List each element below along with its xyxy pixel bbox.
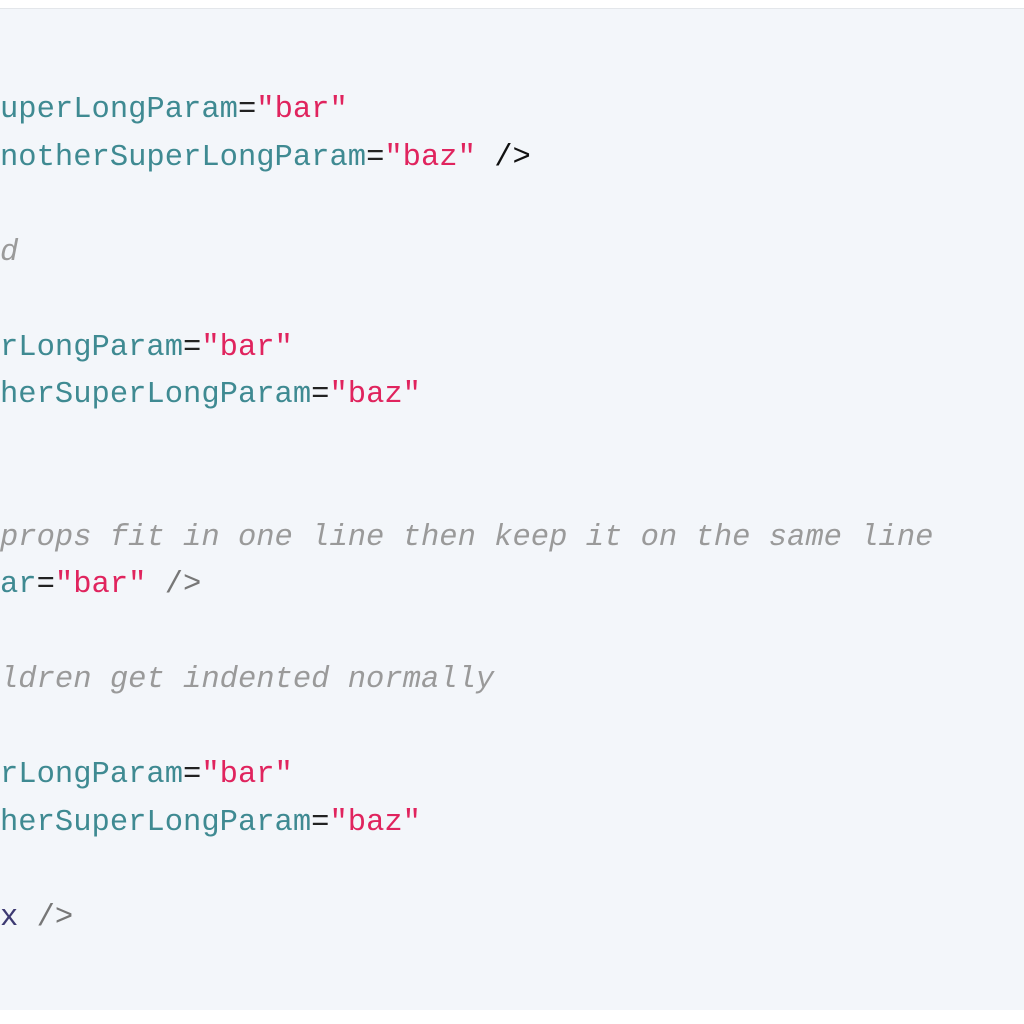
code-token: rLongParam <box>0 330 184 365</box>
code-token: = <box>311 378 330 412</box>
code-line: d <box>0 230 933 278</box>
code-token: props fit in one line then keep it on th… <box>0 520 934 555</box>
code-token: d <box>0 235 19 270</box>
code-token: notherSuperLongParam <box>0 140 367 175</box>
code-token: "baz" <box>329 378 421 412</box>
code-token: rLongParam <box>0 758 184 792</box>
code-line: ldren get indented normally <box>0 657 933 705</box>
code-token: "bar" <box>201 330 293 365</box>
code-token: "baz" <box>384 140 476 175</box>
code-line: rLongParam="bar" <box>0 752 933 800</box>
code-token: herSuperLongParam <box>0 378 312 412</box>
code-token: = <box>183 330 202 365</box>
code-block: uperLongParam="bar" notherSuperLongParam=… <box>0 8 1024 1010</box>
code-token: herSuperLongParam <box>0 805 312 840</box>
code-token: ar <box>0 568 37 602</box>
code-token: "bar" <box>201 758 293 792</box>
code-content: uperLongParam="bar" notherSuperLongParam=… <box>0 87 933 942</box>
code-token: "bar" <box>54 568 147 602</box>
code-token: /> <box>18 900 74 935</box>
code-token: ldren get indented normally <box>0 663 495 697</box>
code-token: "baz" <box>329 805 421 840</box>
code-token: = <box>183 758 202 792</box>
code-line: herSuperLongParam="baz" <box>0 372 933 420</box>
code-line: rLongParam="bar" <box>0 325 933 373</box>
code-token: = <box>366 140 385 175</box>
code-token: uperLongParam <box>0 93 238 127</box>
code-line: herSuperLongParam="baz" <box>0 800 933 848</box>
code-token: /> <box>146 568 202 602</box>
code-line: x /> <box>0 895 933 943</box>
code-line: notherSuperLongParam="baz" /> <box>0 135 933 183</box>
code-token: x <box>0 900 19 935</box>
code-token: /> <box>475 140 531 175</box>
code-line: uperLongParam="bar" <box>0 87 933 135</box>
code-token: = <box>36 568 55 602</box>
code-line: ar="bar" /> <box>0 562 933 610</box>
code-token: "bar" <box>256 93 348 127</box>
code-token: = <box>237 93 257 127</box>
code-line: props fit in one line then keep it on th… <box>0 515 933 563</box>
code-token: = <box>311 805 330 840</box>
